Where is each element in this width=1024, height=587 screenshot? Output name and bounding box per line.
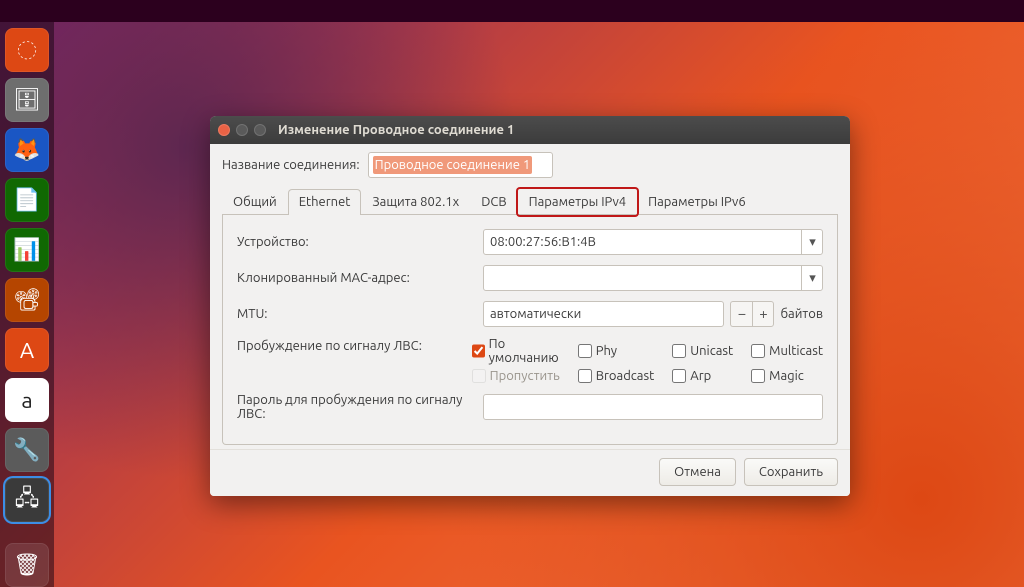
cloned-mac-label: Клонированный MAC-адрес: bbox=[237, 271, 483, 285]
unity-launcher: ◌ 🗄 🦊 📄 📊 📽 A a 🔧 🖧 🗑 bbox=[0, 22, 54, 587]
launcher-firefox-icon[interactable]: 🦊 bbox=[5, 128, 49, 172]
launcher-impress-icon[interactable]: 📽 bbox=[5, 278, 49, 322]
window-minimize-icon[interactable] bbox=[236, 124, 248, 136]
device-label: Устройство: bbox=[237, 235, 483, 249]
wol-default-checkbox[interactable] bbox=[472, 344, 485, 358]
mtu-stepper: − + bbox=[730, 301, 774, 327]
tab-8021x[interactable]: Защита 802.1x bbox=[361, 189, 470, 215]
wol-ignore-checkbox bbox=[472, 369, 486, 383]
wol-label: Пробуждение по сигналу ЛВС: bbox=[237, 337, 472, 353]
tab-ipv4[interactable]: Параметры IPv4 bbox=[518, 189, 638, 215]
wol-phy-checkbox[interactable] bbox=[578, 344, 592, 358]
chevron-down-icon[interactable]: ▾ bbox=[801, 229, 823, 255]
wol-unicast[interactable]: Unicast bbox=[672, 337, 733, 365]
wol-magic-checkbox[interactable] bbox=[751, 369, 765, 383]
launcher-files-icon[interactable]: 🗄 bbox=[5, 78, 49, 122]
connection-name-input[interactable] bbox=[368, 152, 553, 178]
wol-password-label: Пароль для пробуждения по сигналу ЛВС: bbox=[237, 393, 483, 421]
wol-ignore: Пропустить bbox=[472, 369, 560, 383]
launcher-settings-icon[interactable]: 🔧 bbox=[5, 428, 49, 472]
top-menu-bar bbox=[0, 0, 1024, 22]
wol-arp-checkbox[interactable] bbox=[672, 369, 686, 383]
mtu-increment-button[interactable]: + bbox=[752, 301, 774, 327]
launcher-software-icon[interactable]: A bbox=[5, 328, 49, 372]
wol-password-input[interactable] bbox=[483, 394, 823, 420]
device-combo[interactable]: ▾ bbox=[483, 229, 823, 255]
launcher-trash-icon[interactable]: 🗑 bbox=[5, 543, 49, 587]
window-titlebar[interactable]: Изменение Проводное соединение 1 bbox=[210, 116, 850, 144]
tab-dcb[interactable]: DCB bbox=[470, 189, 517, 215]
launcher-writer-icon[interactable]: 📄 bbox=[5, 178, 49, 222]
mtu-unit: байтов bbox=[780, 307, 823, 321]
tab-bar: Общий Ethernet Защита 802.1x DCB Парамет… bbox=[222, 188, 838, 215]
dialog-footer: Отмена Сохранить bbox=[210, 449, 850, 496]
wol-multicast-checkbox[interactable] bbox=[751, 344, 765, 358]
tab-general[interactable]: Общий bbox=[222, 189, 288, 215]
tab-ethernet[interactable]: Ethernet bbox=[288, 189, 362, 215]
wol-multicast[interactable]: Multicast bbox=[751, 337, 823, 365]
wol-unicast-checkbox[interactable] bbox=[672, 344, 686, 358]
window-title: Изменение Проводное соединение 1 bbox=[278, 123, 514, 137]
nm-connection-editor-window: Изменение Проводное соединение 1 Названи… bbox=[210, 116, 850, 496]
mtu-label: MTU: bbox=[237, 307, 483, 321]
chevron-down-icon[interactable]: ▾ bbox=[801, 265, 823, 291]
window-close-icon[interactable] bbox=[218, 124, 230, 136]
cloned-mac-combo[interactable]: ▾ bbox=[483, 265, 823, 291]
tab-panel-ethernet: Устройство: ▾ Клонированный MAC-адрес: ▾ bbox=[222, 215, 838, 445]
wol-broadcast[interactable]: Broadcast bbox=[578, 369, 655, 383]
mtu-decrement-button[interactable]: − bbox=[730, 301, 752, 327]
launcher-dash-icon[interactable]: ◌ bbox=[5, 28, 49, 72]
wol-magic[interactable]: Magic bbox=[751, 369, 823, 383]
cancel-button[interactable]: Отмена bbox=[659, 458, 736, 486]
device-input[interactable] bbox=[483, 229, 823, 255]
wol-phy[interactable]: Phy bbox=[578, 337, 655, 365]
launcher-amazon-icon[interactable]: a bbox=[5, 378, 49, 422]
wol-options: По умолчанию Phy Unicast Multicast Пропу… bbox=[472, 337, 823, 383]
wol-arp[interactable]: Arp bbox=[672, 369, 733, 383]
launcher-network-icon[interactable]: 🖧 bbox=[5, 478, 49, 522]
launcher-calc-icon[interactable]: 📊 bbox=[5, 228, 49, 272]
save-button[interactable]: Сохранить bbox=[744, 458, 838, 486]
wol-default[interactable]: По умолчанию bbox=[472, 337, 560, 365]
wol-broadcast-checkbox[interactable] bbox=[578, 369, 592, 383]
cloned-mac-input[interactable] bbox=[483, 265, 823, 291]
window-maximize-icon[interactable] bbox=[254, 124, 266, 136]
connection-name-label: Название соединения: bbox=[222, 158, 360, 172]
mtu-input[interactable] bbox=[483, 301, 724, 327]
tab-ipv6[interactable]: Параметры IPv6 bbox=[637, 189, 757, 215]
